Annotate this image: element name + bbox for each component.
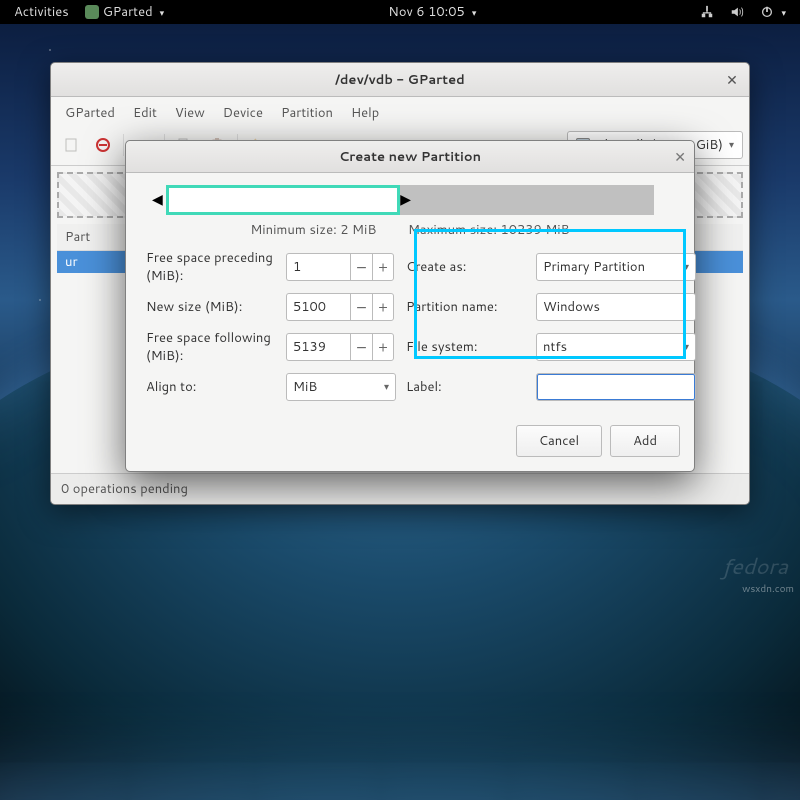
window-title: /dev/vdb - GParted <box>335 71 465 89</box>
close-icon[interactable]: ✕ <box>674 147 686 167</box>
minus-button[interactable]: − <box>350 253 372 281</box>
close-icon[interactable]: ✕ <box>723 71 741 89</box>
slider-handle-right[interactable]: ▶ <box>400 189 411 209</box>
free-preceding-input[interactable] <box>286 253 350 281</box>
file-system-combo[interactable]: ntfs <box>536 333 696 361</box>
dialog-title: Create new Partition <box>339 148 481 166</box>
dialog-titlebar[interactable]: Create new Partition ✕ <box>126 141 694 173</box>
add-button[interactable]: Add <box>610 425 680 457</box>
app-menu[interactable]: GParted <box>77 3 172 21</box>
label-new-size: New size (MiB): <box>146 298 276 316</box>
menu-gparted[interactable]: GParted <box>57 101 123 125</box>
menubar: GParted Edit View Device Partition Help <box>51 97 749 129</box>
free-following-input[interactable] <box>286 333 350 361</box>
network-icon[interactable] <box>692 5 722 19</box>
create-as-combo[interactable]: Primary Partition <box>536 253 696 281</box>
app-menu-label: GParted <box>103 3 153 21</box>
label-free-preceding: Free space preceding (MiB): <box>146 249 276 285</box>
minus-button[interactable]: − <box>350 293 372 321</box>
dialog-buttons: Cancel Add <box>126 415 694 471</box>
fedora-logo: fedora <box>722 551 788 582</box>
delete-button[interactable] <box>89 132 117 158</box>
size-slider[interactable]: ◀ ▶ <box>166 185 654 215</box>
plus-button[interactable]: + <box>372 333 394 361</box>
menu-view[interactable]: View <box>167 101 213 125</box>
gparted-icon <box>85 5 99 19</box>
label-free-following: Free space following (MiB): <box>146 329 276 365</box>
max-size-label: Maximum size: 10239 MiB <box>408 221 570 239</box>
label-label: Label: <box>406 378 526 396</box>
window-titlebar[interactable]: /dev/vdb - GParted ✕ <box>51 63 749 97</box>
size-slider-fill <box>166 185 400 215</box>
clock[interactable]: Nov 6 10:05 <box>380 3 484 21</box>
label-input[interactable] <box>536 373 696 401</box>
label-create-as: Create as: <box>406 258 526 276</box>
partition-form: Free space preceding (MiB): − + Create a… <box>126 249 694 415</box>
minus-button[interactable]: − <box>350 333 372 361</box>
top-panel: Activities GParted Nov 6 10:05 <box>0 0 800 24</box>
size-limits: Minimum size: 2 MiB Maximum size: 10239 … <box>126 221 694 239</box>
plus-button[interactable]: + <box>372 293 394 321</box>
new-size-input[interactable] <box>286 293 350 321</box>
menu-partition[interactable]: Partition <box>273 101 341 125</box>
partition-name-input[interactable] <box>536 293 696 321</box>
plus-button[interactable]: + <box>372 253 394 281</box>
new-size-spin[interactable]: − + <box>286 293 396 321</box>
menu-help[interactable]: Help <box>343 101 387 125</box>
min-size-label: Minimum size: 2 MiB <box>250 221 376 239</box>
free-following-spin[interactable]: − + <box>286 333 396 361</box>
power-icon[interactable] <box>752 5 794 19</box>
menu-device[interactable]: Device <box>215 101 271 125</box>
volume-icon[interactable] <box>722 5 752 19</box>
label-file-system: File system: <box>406 338 526 356</box>
label-partition-name: Partition name: <box>406 298 526 316</box>
align-to-combo[interactable]: MiB <box>286 373 396 401</box>
new-button <box>57 132 85 158</box>
menu-edit[interactable]: Edit <box>125 101 165 125</box>
create-partition-dialog: Create new Partition ✕ ◀ ▶ Minimum size:… <box>125 140 695 472</box>
watermark: wsxdn.com <box>742 582 794 596</box>
statusbar: 0 operations pending <box>51 473 749 504</box>
free-preceding-spin[interactable]: − + <box>286 253 396 281</box>
slider-handle-left[interactable]: ◀ <box>152 189 163 209</box>
label-align-to: Align to: <box>146 378 276 396</box>
activities-button[interactable]: Activities <box>6 3 77 21</box>
cancel-button[interactable]: Cancel <box>516 425 602 457</box>
